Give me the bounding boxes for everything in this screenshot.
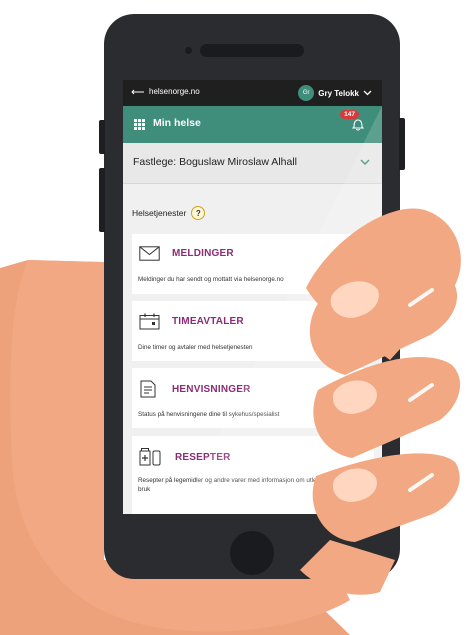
hand-fingers [300,208,461,595]
